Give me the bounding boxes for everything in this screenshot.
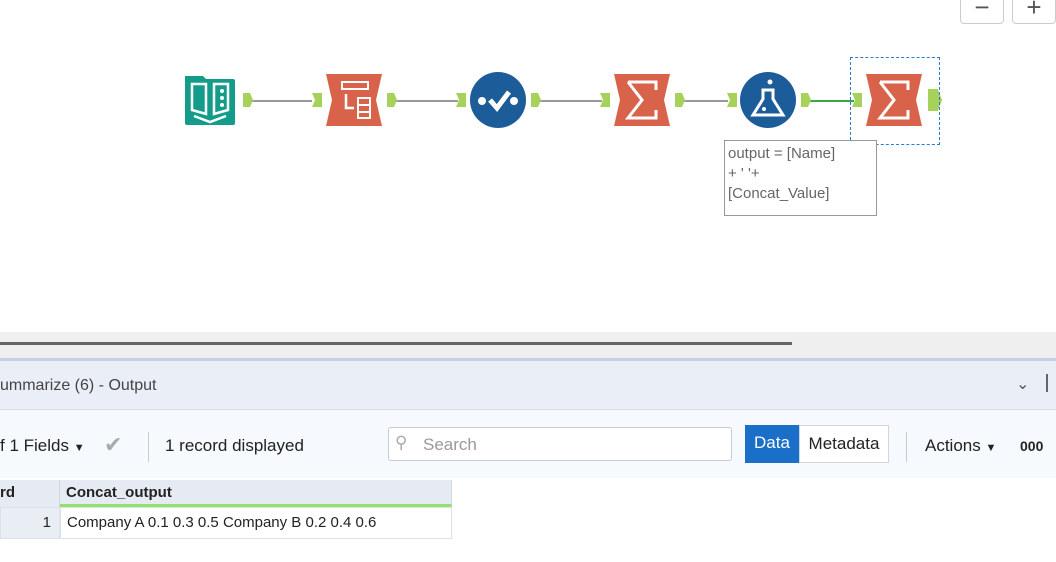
results-header xyxy=(0,358,1056,410)
annotation-line: output = [Name] xyxy=(728,145,836,162)
search-input[interactable]: ⚲ Search xyxy=(388,427,732,461)
flask-icon xyxy=(740,72,796,128)
divider xyxy=(906,432,907,462)
summarize-tool[interactable] xyxy=(614,72,670,128)
results-title: ummarize (6) - Output xyxy=(0,377,157,394)
horizontal-scrollbar[interactable] xyxy=(0,342,792,345)
tab-metadata[interactable]: Metadata xyxy=(799,425,889,463)
select-fields-icon xyxy=(326,74,382,126)
sigma-icon xyxy=(614,74,670,126)
output-anchor[interactable] xyxy=(387,93,397,107)
fields-label: f 1 Fields xyxy=(0,436,69,455)
number-format-button[interactable]: 000 xyxy=(1020,438,1043,454)
output-anchor[interactable] xyxy=(675,93,685,107)
input-anchor[interactable] xyxy=(727,93,737,107)
apply-checkmark-icon[interactable]: ✔ xyxy=(104,432,122,458)
pin-icon[interactable] xyxy=(1046,374,1056,392)
book-icon xyxy=(185,76,235,125)
dropdown-arrow-icon: ▼ xyxy=(73,442,85,454)
column-header-record[interactable]: rd xyxy=(0,480,60,507)
zoom-out-button[interactable]: − xyxy=(960,0,1004,24)
canvas-scroll-track xyxy=(0,332,1056,358)
input-data-tool[interactable] xyxy=(182,72,238,128)
selection-box xyxy=(850,57,940,145)
connection-line xyxy=(396,100,458,102)
connection-line xyxy=(540,100,602,102)
collapse-chevron-icon[interactable]: ⌄ xyxy=(1016,374,1029,394)
zoom-in-button[interactable]: + xyxy=(1012,0,1056,24)
connection-line xyxy=(252,100,312,102)
connection-line-active xyxy=(810,100,854,102)
column-header-concat-output[interactable]: Concat_output xyxy=(60,480,452,507)
row-number: 1 xyxy=(0,507,60,539)
table-cell[interactable]: Company A 0.1 0.3 0.5 Company B 0.2 0.4 … xyxy=(60,507,452,539)
fields-dropdown[interactable]: f 1 Fields ▼ xyxy=(0,436,85,456)
annotation-line: + ' '+ xyxy=(728,165,760,182)
record-count: 1 record displayed xyxy=(165,436,304,455)
annotation-line: [Concat_Value] xyxy=(728,185,830,202)
formula-tool[interactable] xyxy=(740,72,796,128)
output-anchor[interactable] xyxy=(801,93,811,107)
actions-label: Actions xyxy=(925,436,981,455)
select-tool[interactable] xyxy=(326,72,382,128)
divider xyxy=(148,432,149,462)
formula-annotation: output = [Name] + ' '+ [Concat_Value] xyxy=(724,140,877,216)
data-cleansing-tool[interactable] xyxy=(470,72,526,128)
connection-line xyxy=(684,100,728,102)
output-anchor[interactable] xyxy=(243,93,253,107)
search-placeholder: Search xyxy=(423,435,477,454)
dropdown-arrow-icon: ▼ xyxy=(985,442,997,454)
checkmark-circle-icon xyxy=(470,72,526,128)
search-icon: ⚲ xyxy=(395,433,408,452)
output-anchor[interactable] xyxy=(531,93,541,107)
tab-data[interactable]: Data xyxy=(745,425,799,463)
input-anchor[interactable] xyxy=(312,93,322,107)
actions-dropdown[interactable]: Actions ▼ xyxy=(925,436,996,456)
